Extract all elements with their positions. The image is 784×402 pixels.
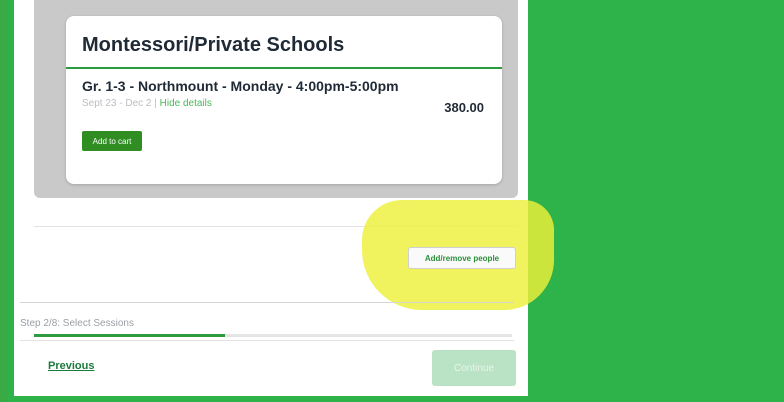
session-name: Gr. 1-3 - Northmount - Monday - 4:00pm-5… <box>82 78 399 94</box>
session-dates: Sept 23 - Dec 2 <box>82 98 152 109</box>
screenshot-frame: Montessori/Private Schools Gr. 1-3 - Nor… <box>0 0 784 402</box>
previous-link[interactable]: Previous <box>48 360 94 372</box>
footer-divider <box>20 302 514 303</box>
hide-details-link[interactable]: Hide details <box>160 98 212 109</box>
progress-bar <box>34 334 512 337</box>
session-dates-row: Sept 23 - Dec 2 | Hide details <box>82 98 212 109</box>
add-remove-people-button[interactable]: Add/remove people <box>408 247 516 269</box>
add-to-cart-button[interactable]: Add to cart <box>82 131 142 151</box>
program-title: Montessori/Private Schools <box>82 34 345 56</box>
progress-bar-fill <box>34 334 226 337</box>
left-green-edge <box>0 0 8 402</box>
continue-button[interactable]: Continue <box>432 350 516 386</box>
dates-separator: | <box>151 98 160 109</box>
card-divider <box>66 67 502 69</box>
step-indicator: Step 2/8: Select Sessions <box>20 318 134 329</box>
program-card: Montessori/Private Schools Gr. 1-3 - Nor… <box>66 16 502 184</box>
session-price: 380.00 <box>444 100 484 115</box>
progress-divider <box>20 340 514 341</box>
